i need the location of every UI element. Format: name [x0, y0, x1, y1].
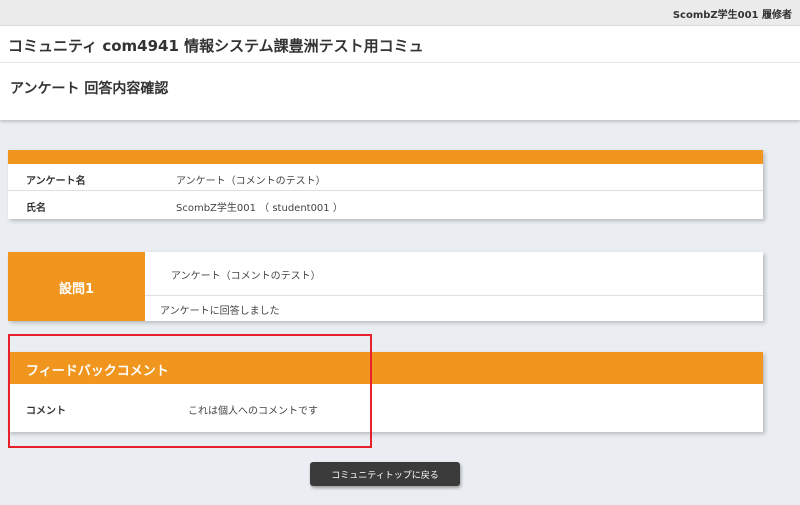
question-divider — [145, 295, 763, 296]
comment-label: コメント — [26, 406, 66, 417]
survey-name-value: アンケート（コメントのテスト） — [176, 176, 326, 187]
survey-name-row: アンケート名 アンケート（コメントのテスト） — [8, 164, 763, 191]
feedback-title: フィードバックコメント — [26, 364, 169, 379]
survey-info-card: アンケート名 アンケート（コメントのテスト） 氏名 ScombZ学生001 （ … — [8, 150, 763, 219]
feedback-card: フィードバックコメント コメント これは個人へのコメントです — [8, 352, 763, 432]
respondent-value: ScombZ学生001 （ student001 ） — [176, 203, 343, 214]
user-name: ScombZ学生001 履修者 — [672, 10, 792, 21]
community-title: コミュニティ com4941 情報システム課豊洲テスト用コミュ — [8, 37, 424, 55]
page-title: アンケート 回答内容確認 — [10, 81, 169, 97]
question-card: 設問1 アンケート（コメントのテスト） アンケートに回答しました — [8, 252, 763, 321]
respondent-row: 氏名 ScombZ学生001 （ student001 ） — [8, 191, 763, 218]
feedback-header: フィードバックコメント — [8, 352, 763, 384]
survey-info-accent-bar — [8, 150, 763, 164]
comment-value: これは個人へのコメントです — [188, 406, 318, 417]
survey-name-label: アンケート名 — [26, 176, 86, 187]
header-divider — [0, 62, 800, 63]
question-answer: アンケートに回答しました — [160, 306, 280, 317]
back-to-community-button[interactable]: コミュニティトップに戻る — [310, 462, 460, 486]
question-label-box: 設問1 — [8, 252, 145, 321]
question-label: 設問1 — [58, 282, 95, 297]
respondent-label: 氏名 — [26, 203, 46, 214]
top-bar: ScombZ学生001 履修者 — [0, 0, 800, 26]
page-header: コミュニティ com4941 情報システム課豊洲テスト用コミュ アンケート 回答… — [0, 26, 800, 120]
question-text: アンケート（コメントのテスト） — [171, 271, 321, 282]
